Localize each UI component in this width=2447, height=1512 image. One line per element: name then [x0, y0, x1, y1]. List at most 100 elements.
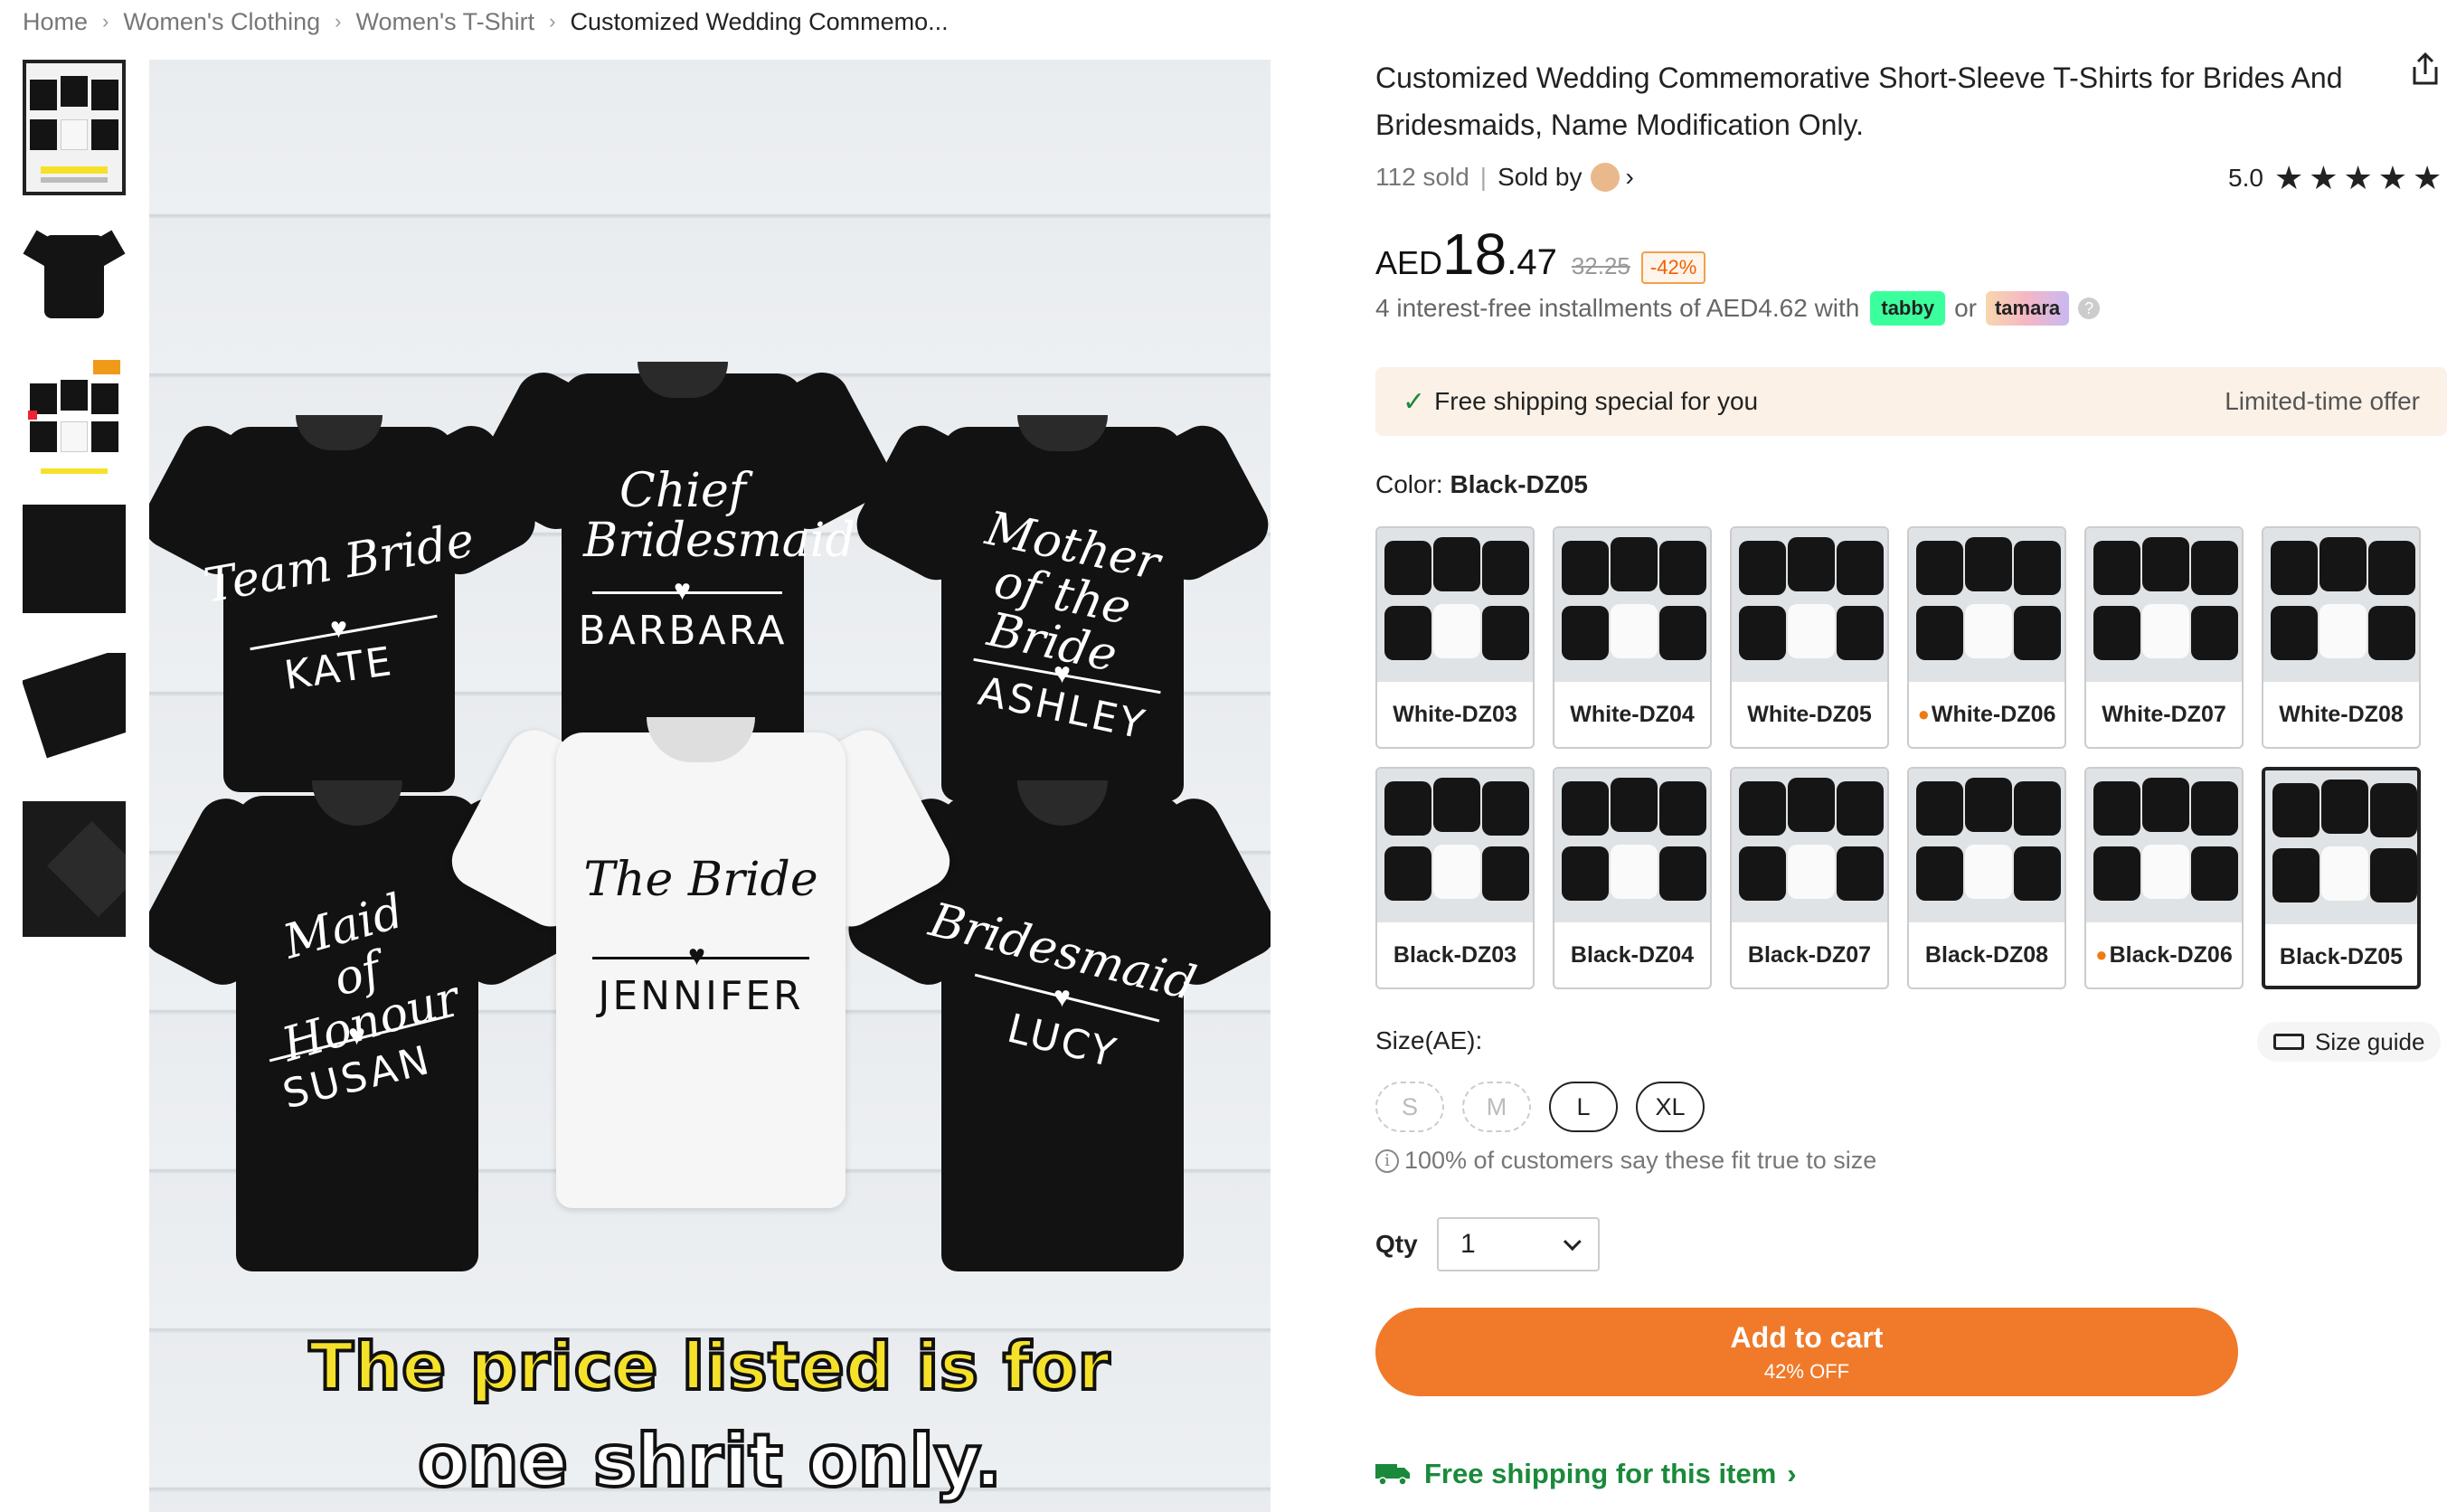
color-swatch[interactable]: Black-DZ04	[1553, 767, 1712, 989]
image-caption-line2: one shrit only.	[416, 1417, 1004, 1505]
color-label-text: Color:	[1375, 470, 1443, 498]
color-swatch[interactable]: Black-DZ07	[1730, 767, 1889, 989]
main-product-image[interactable]: Team Bride ♥ KATE Chief Bridesmaid ♥ BAR…	[149, 60, 1271, 1512]
swatch-label: White-DZ03	[1377, 682, 1533, 747]
swatch-label-text: White-DZ05	[1747, 702, 1872, 727]
swatch-image	[1377, 528, 1533, 682]
add-to-cart-button[interactable]: Add to cart 42% OFF	[1375, 1308, 2238, 1396]
discount-badge: -42%	[1640, 251, 1706, 284]
breadcrumb-separator: ›	[335, 10, 342, 33]
shirt-mother-of-the-bride: Mother of the Bride ♥ ASHLEY	[847, 403, 1271, 801]
swatch-label: Black-DZ03	[1377, 922, 1533, 988]
color-swatch[interactable]: ● White-DZ06	[1907, 526, 2066, 749]
swatch-label: ● Black-DZ06	[2086, 922, 2242, 988]
shirt-script-text: The Bride	[583, 853, 818, 907]
size-option[interactable]: XL	[1636, 1082, 1705, 1132]
breadcrumb-separator: ›	[102, 10, 109, 33]
help-icon[interactable]: ?	[2078, 298, 2101, 319]
rating-value: 5.0	[2228, 164, 2263, 192]
color-label: Color: Black-DZ05	[1375, 470, 1588, 499]
swatch-label: White-DZ08	[2263, 682, 2419, 747]
swatch-label-text: White-DZ06	[1931, 702, 2056, 727]
or-text: or	[1954, 294, 1977, 322]
size-option[interactable]: S	[1375, 1082, 1444, 1132]
heart-icon: ♥	[688, 939, 705, 971]
color-swatch[interactable]: ● Black-DZ06	[2084, 767, 2244, 989]
thumbnail-5[interactable]	[23, 653, 126, 789]
selected-color: Black-DZ05	[1450, 470, 1588, 498]
fit-note: i 100% of customers say these fit true t…	[1375, 1147, 1876, 1175]
color-swatch[interactable]: White-DZ04	[1553, 526, 1712, 749]
size-guide-button[interactable]: Size guide	[2257, 1022, 2442, 1062]
thumbnail-4[interactable]	[23, 505, 126, 640]
swatch-label: White-DZ05	[1732, 682, 1887, 747]
heart-icon: ♥	[348, 1018, 365, 1051]
tabby-logo[interactable]: tabby	[1870, 291, 1946, 326]
color-swatch[interactable]: White-DZ07	[2084, 526, 2244, 749]
flame-icon: ●	[1917, 703, 1930, 725]
size-option[interactable]: M	[1462, 1082, 1531, 1132]
breadcrumb: Home › Women's Clothing › Women's T-Shir…	[23, 7, 949, 36]
heart-icon: ♥	[1053, 980, 1071, 1013]
thumbnail-1[interactable]	[23, 60, 126, 195]
rating[interactable]: 5.0 ★★★★★	[2228, 159, 2447, 197]
swatch-label: ● White-DZ06	[1909, 682, 2064, 747]
swatch-image	[2265, 770, 2417, 924]
seller-avatar[interactable]	[1591, 163, 1620, 192]
tamara-logo[interactable]: tamara	[1985, 291, 2070, 326]
breadcrumb-womens-tshirt[interactable]: Women's T-Shirt	[355, 8, 534, 36]
qty-label: Qty	[1375, 1230, 1418, 1258]
color-swatch[interactable]: Black-DZ05	[2262, 767, 2421, 989]
color-swatch[interactable]: Black-DZ03	[1375, 767, 1535, 989]
swatch-image	[2086, 769, 2242, 922]
swatch-label: Black-DZ08	[1909, 922, 2064, 988]
swatch-image	[1909, 528, 2064, 682]
shirt-chief-bridesmaid: Chief Bridesmaid ♥ BARBARA	[467, 349, 899, 756]
swatch-image	[1909, 769, 2064, 922]
chevron-right-icon[interactable]: ›	[1625, 163, 1633, 192]
info-icon: i	[1375, 1148, 1399, 1173]
breadcrumb-womens-clothing[interactable]: Women's Clothing	[123, 8, 320, 36]
thumbnail-6[interactable]	[23, 801, 126, 937]
color-swatch[interactable]: White-DZ03	[1375, 526, 1535, 749]
swatch-image	[1554, 769, 1710, 922]
breadcrumb-home[interactable]: Home	[23, 8, 88, 36]
original-price: 32.25	[1571, 252, 1630, 279]
breadcrumb-separator: ›	[549, 10, 556, 33]
swatch-image	[1732, 528, 1887, 682]
flame-icon: ●	[2095, 943, 2108, 966]
limited-offer-text: Limited-time offer	[2225, 387, 2420, 415]
free-shipping-banner: ✓ Free shipping special for you Limited-…	[1375, 367, 2447, 436]
size-option[interactable]: L	[1549, 1082, 1618, 1132]
color-swatch[interactable]: Black-DZ08	[1907, 767, 2066, 989]
swatch-label-text: Black-DZ07	[1747, 942, 1872, 968]
size-label: Size(AE):	[1375, 1026, 1483, 1054]
installments: 4 interest-free installments of AED4.62 …	[1375, 288, 2101, 329]
free-shipping-link-text: Free shipping for this item	[1424, 1458, 1777, 1489]
add-to-cart-discount: 42% OFF	[1763, 1359, 1850, 1383]
check-icon: ✓	[1403, 386, 1426, 417]
swatch-label-text: White-DZ04	[1570, 702, 1695, 727]
shirt-script-text: Chief Bridesmaid	[583, 464, 855, 568]
color-swatch[interactable]: White-DZ08	[2262, 526, 2421, 749]
swatch-label-text: Black-DZ04	[1570, 942, 1695, 968]
qty-value: 1	[1460, 1229, 1476, 1259]
share-icon[interactable]	[2409, 51, 2442, 87]
swatch-label-text: Black-DZ03	[1393, 942, 1517, 968]
star-rating-icon: ★★★★★	[2273, 159, 2447, 196]
shirt-name-text: JENNIFER	[598, 973, 804, 1019]
swatch-label: White-DZ04	[1554, 682, 1710, 747]
thumbnail-2[interactable]	[23, 208, 126, 344]
thumbnail-3[interactable]	[23, 356, 126, 492]
swatch-label: Black-DZ04	[1554, 922, 1710, 988]
swatch-label-text: White-DZ03	[1393, 702, 1517, 727]
product-title: Customized Wedding Commemorative Short-S…	[1375, 61, 2343, 141]
qty-select[interactable]: 1	[1437, 1217, 1600, 1271]
free-shipping-link[interactable]: Free shipping for this item ›	[1375, 1452, 1797, 1496]
ruler-icon	[2273, 1034, 2304, 1050]
chevron-down-icon	[1563, 1233, 1582, 1252]
chevron-right-icon: ›	[1787, 1458, 1797, 1489]
color-swatch[interactable]: White-DZ05	[1730, 526, 1889, 749]
size-guide-label: Size guide	[2315, 1027, 2425, 1055]
swatch-label-text: Black-DZ05	[2279, 944, 2404, 969]
